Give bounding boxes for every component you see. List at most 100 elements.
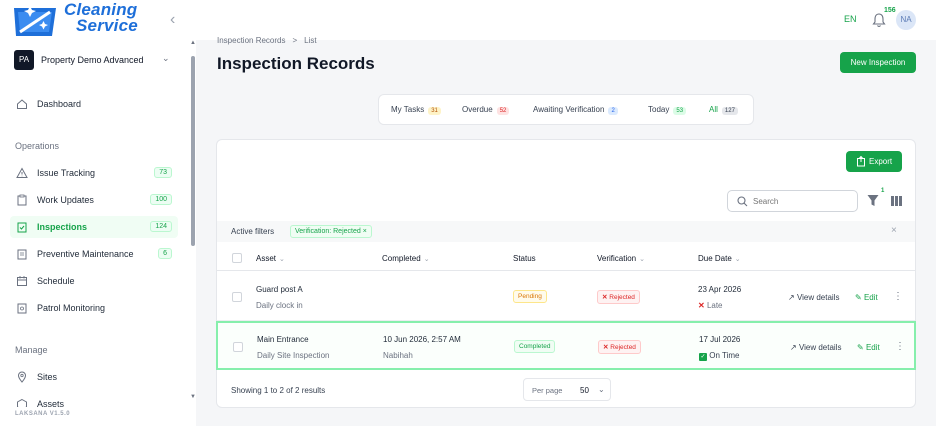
language-switch[interactable]: EN [844,14,857,24]
tab-all[interactable]: All 127 [709,105,738,115]
sidebar-item-issue-tracking[interactable]: Issue Tracking 73 [10,162,178,184]
sidebar-item-label: Schedule [37,276,75,286]
app-version: LAKSANA V1.5.0 [15,411,71,417]
filter-icon[interactable] [867,194,879,208]
per-page-value[interactable]: 50 [580,386,589,395]
column-label: Due Date [698,254,732,263]
row-checkbox[interactable] [232,292,242,302]
x-mark-icon: ✕ [603,344,609,351]
property-switcher[interactable]: PA Property Demo Advanced ⌄ [14,50,174,70]
column-label: Verification [597,254,637,263]
sidebar-item-schedule[interactable]: Schedule [10,270,178,292]
clear-filters-icon[interactable]: × [891,225,897,236]
kebab-icon[interactable]: ⋮ [893,291,903,302]
property-name: Property Demo Advanced [41,55,144,65]
sidebar-item-label: Preventive Maintenance [37,249,134,259]
search-icon [737,196,748,207]
close-icon[interactable]: × [363,228,367,235]
status-tabs: My Tasks 31 Overdue 52 Awaiting Verificati… [378,94,754,125]
sidebar-scrollbar[interactable]: ▲ ▼ [190,40,196,410]
edit-link[interactable]: ✎ Edit [855,293,878,302]
tab-count: 2 [608,107,618,115]
tab-count: 53 [673,107,687,115]
chevron-down-icon: ⌄ [423,256,430,263]
asset-name[interactable]: Main Entrance [257,335,309,344]
completed-date: 10 Jun 2026, 2:57 AM [383,335,461,344]
edit-link[interactable]: ✎ Edit [857,343,880,352]
view-details-link[interactable]: ↗ View details [788,293,839,302]
chevron-down-icon: ⌄ [162,53,170,63]
due-state: ✓ On Time [699,351,739,361]
asset-name[interactable]: Guard post A [256,285,303,294]
edit-label: Edit [863,293,878,302]
export-icon [857,156,865,167]
sidebar-item-sites[interactable]: Sites [10,366,178,388]
sidebar-item-dashboard[interactable]: Dashboard [10,93,178,115]
tab-awaiting-verification[interactable]: Awaiting Verification 2 [533,105,618,115]
table-row[interactable]: Main Entrance Daily Site Inspection 10 J… [216,321,916,370]
count-badge: 100 [150,194,172,205]
asset-subtitle: Daily Site Inspection [257,351,330,360]
breadcrumb-item[interactable]: Inspection Records [217,36,285,45]
chevron-left-icon[interactable]: ‹ [170,11,184,29]
breadcrumb: Inspection Records > List [217,36,324,45]
view-details-link[interactable]: ↗ View details [790,343,841,352]
select-all-checkbox[interactable] [232,253,242,263]
sidebar-item-preventive-maintenance[interactable]: Preventive Maintenance 6 [10,243,178,265]
scroll-up-icon[interactable]: ▲ [190,40,196,46]
chevron-down-icon: ⌄ [279,256,285,263]
new-inspection-button[interactable]: New Inspection [840,52,916,73]
row-checkbox[interactable] [233,342,243,352]
external-link-icon: ↗ [790,343,797,352]
chevron-down-icon: ⌄ [734,256,741,263]
table-row[interactable]: Guard post A Daily clock in Pending ✕ Re… [217,272,915,321]
sidebar-item-patrol-monitoring[interactable]: Patrol Monitoring [10,297,178,319]
due-state-label: Late [706,301,723,310]
app-logo[interactable]: Cleaning Service [12,1,162,38]
notification-count: 156 [884,7,896,14]
column-header-due-date[interactable]: Due Date ⌄ [698,254,741,263]
shield-icon [17,303,27,314]
tab-today[interactable]: Today 53 [648,105,687,115]
external-link-icon: ↗ [788,293,795,302]
chevron-down-icon: ⌄ [598,385,605,394]
avatar[interactable]: NA [896,10,916,30]
warning-icon [16,167,28,178]
column-header-asset[interactable]: Asset ⌄ [256,254,285,263]
tab-my-tasks[interactable]: My Tasks 31 [391,105,441,115]
kebab-icon[interactable]: ⋮ [895,341,905,352]
clipboard-icon [17,249,27,260]
clipboard-icon [17,194,27,206]
tab-overdue[interactable]: Overdue 52 [462,105,510,115]
sidebar-item-label: Sites [37,372,58,382]
column-header-completed[interactable]: Completed ⌄ [382,254,430,263]
verification-label: Rejected [609,294,635,301]
count-badge: 124 [150,221,172,232]
sidebar-item-inspections[interactable]: Inspections 124 [10,216,178,238]
columns-icon[interactable] [891,196,902,206]
active-filters-bar: Active filters Verification: Rejected × … [217,221,915,242]
section-label-operations: Operations [15,141,60,151]
clipboard-check-icon [17,222,27,233]
completed-by: Nabihah [383,351,413,360]
tab-count: 127 [721,107,738,115]
count-badge: 6 [158,248,172,259]
sidebar-item-work-updates[interactable]: Work Updates 100 [10,189,178,211]
due-state-label: On Time [709,351,740,360]
scrollbar-thumb[interactable] [191,56,195,246]
export-button[interactable]: Export [846,151,902,172]
scroll-down-icon[interactable]: ▼ [190,394,196,400]
sidebar-item-assets[interactable]: Assets [10,393,178,407]
due-date: 23 Apr 2026 [698,285,742,294]
top-bar: Cleaning Service ‹ EN 156 NA [0,0,936,40]
due-state: ✕ Late [698,301,723,310]
page-title: Inspection Records [217,54,375,73]
sidebar-item-label: Inspections [37,222,88,232]
search-input[interactable] [753,195,853,208]
search-field[interactable] [727,190,858,212]
column-header-verification[interactable]: Verification ⌄ [597,254,645,263]
filter-chip[interactable]: Verification: Rejected × [290,225,372,238]
per-page-select[interactable]: Per page 50 ⌄ [523,378,611,401]
bell-icon[interactable] [872,12,886,28]
verification-label: Rejected [610,344,636,351]
